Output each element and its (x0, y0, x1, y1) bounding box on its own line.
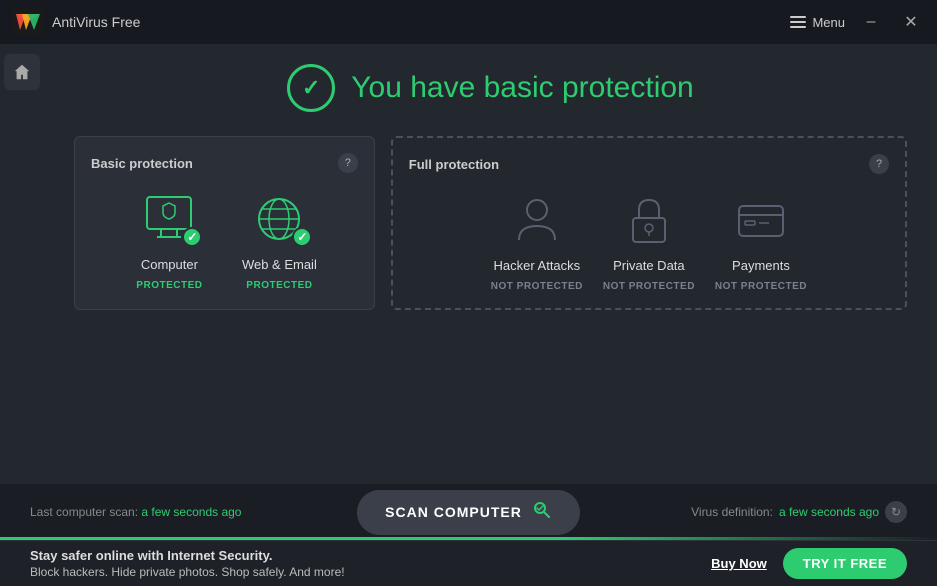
minimize-button[interactable]: – (857, 8, 885, 36)
basic-help-button[interactable]: ? (338, 153, 358, 173)
promo-title: Stay safer online with Internet Security… (30, 548, 345, 563)
private-data-item[interactable]: Private Data NOT PROTECTED (603, 190, 695, 292)
bottom-bar: Last computer scan: a few seconds ago SC… (0, 484, 937, 540)
lock-icon (619, 190, 679, 250)
hacker-status-label: NOT PROTECTED (491, 281, 583, 292)
promo-subtitle: Block hackers. Hide private photos. Shop… (30, 565, 345, 579)
title-bar-right: Menu – ✕ (790, 8, 925, 36)
lock-icon-wrap (614, 190, 684, 250)
payments-status-label: NOT PROTECTED (715, 281, 807, 292)
title-bar: AntiVirus Free Menu – ✕ (0, 0, 937, 44)
status-circle: ✓ (287, 64, 335, 112)
app-title: AntiVirus Free (52, 14, 140, 30)
buy-now-button[interactable]: Buy Now (711, 556, 767, 571)
full-help-button[interactable]: ? (869, 154, 889, 174)
hamburger-icon (790, 16, 806, 28)
hacker-icon-wrap (502, 190, 572, 250)
home-button[interactable] (4, 54, 40, 90)
hacker-label: Hacker Attacks (493, 258, 580, 273)
private-data-status-label: NOT PROTECTED (603, 281, 695, 292)
refresh-icon[interactable]: ↻ (885, 501, 907, 523)
payments-icon (731, 190, 791, 250)
scan-button-label: SCAN COMPUTER (385, 504, 522, 520)
promo-text: Stay safer online with Internet Security… (30, 548, 345, 579)
web-email-protection-item[interactable]: ✓ Web & Email PROTECTED (234, 189, 324, 291)
basic-panel-header: Basic protection ? (91, 153, 358, 173)
private-data-label: Private Data (613, 258, 685, 273)
main-content: ✓ You have basic protection Basic protec… (44, 44, 937, 506)
payments-icon-wrap (726, 190, 796, 250)
full-panel-header: Full protection ? (409, 154, 889, 174)
full-panel-title: Full protection (409, 157, 499, 172)
hacker-icon (507, 190, 567, 250)
virus-time-link[interactable]: a few seconds ago (779, 505, 879, 519)
sidebar (0, 44, 44, 506)
computer-label: Computer (141, 257, 198, 272)
web-label: Web & Email (242, 257, 317, 272)
promo-actions: Buy Now TRY IT FREE (711, 548, 907, 579)
status-header: ✓ You have basic protection (287, 64, 693, 112)
scan-icon (532, 500, 552, 525)
computer-icon-wrap: ✓ (134, 189, 204, 249)
menu-label: Menu (812, 15, 845, 30)
full-protection-panel: Full protection ? Hacker Attacks NOT PRO… (391, 136, 907, 310)
try-it-free-button[interactable]: TRY IT FREE (783, 548, 907, 579)
scan-time-link[interactable]: a few seconds ago (141, 505, 241, 519)
basic-panel-title: Basic protection (91, 156, 193, 171)
hacker-attacks-item[interactable]: Hacker Attacks NOT PROTECTED (491, 190, 583, 292)
basic-protection-panel: Basic protection ? ✓ (74, 136, 375, 310)
scan-info-label: Last computer scan: (30, 505, 138, 519)
web-status-label: PROTECTED (246, 280, 312, 291)
web-status-badge: ✓ (292, 227, 312, 247)
payments-label: Payments (732, 258, 790, 273)
avg-logo-icon (12, 8, 44, 36)
basic-items-grid: ✓ Computer PROTECTED (91, 189, 358, 291)
panels-row: Basic protection ? ✓ (74, 136, 907, 310)
computer-status-badge: ✓ (182, 227, 202, 247)
menu-button[interactable]: Menu (790, 15, 845, 30)
web-icon-wrap: ✓ (244, 189, 314, 249)
checkmark-icon: ✓ (302, 75, 320, 101)
close-button[interactable]: ✕ (897, 8, 925, 36)
computer-status-label: PROTECTED (136, 280, 202, 291)
computer-protection-item[interactable]: ✓ Computer PROTECTED (124, 189, 214, 291)
scan-info: Last computer scan: a few seconds ago (30, 505, 337, 519)
virus-info-label: Virus definition: (691, 505, 773, 519)
scan-computer-button[interactable]: SCAN COMPUTER (357, 490, 580, 535)
full-items-grid: Hacker Attacks NOT PROTECTED Private Dat… (409, 190, 889, 292)
payments-item[interactable]: Payments NOT PROTECTED (715, 190, 807, 292)
status-text: You have basic protection (351, 71, 693, 105)
virus-info: Virus definition: a few seconds ago ↻ (600, 501, 907, 523)
home-icon (13, 63, 31, 81)
promo-bar: Stay safer online with Internet Security… (0, 540, 937, 586)
title-bar-left: AntiVirus Free (12, 8, 140, 36)
